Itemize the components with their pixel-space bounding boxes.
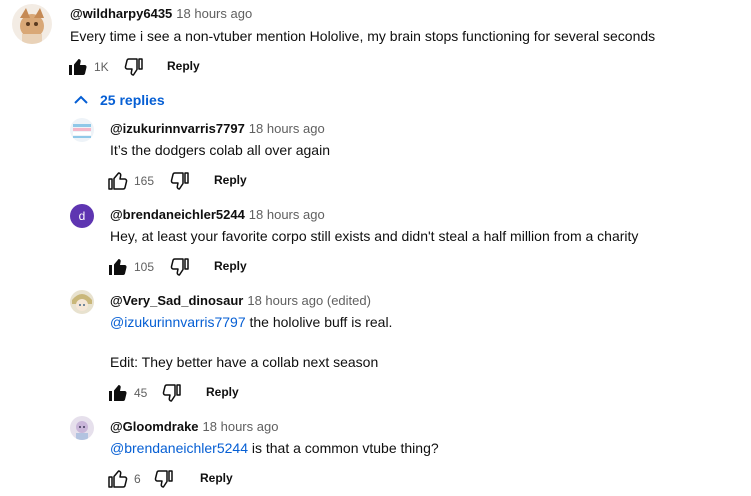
dislike-button[interactable] (168, 169, 192, 193)
replies-count-label: 25 replies (100, 92, 165, 108)
timestamp[interactable]: 18 hours ago (249, 207, 325, 222)
author-name[interactable]: @Very_Sad_dinosaur (110, 293, 243, 308)
like-count: 165 (134, 174, 155, 188)
like-button[interactable] (66, 55, 90, 79)
thumbs-down-icon (162, 384, 181, 402)
comment-actions: 45 Reply (106, 381, 306, 405)
avatar[interactable] (12, 4, 52, 44)
comment-header: @izukurinnvarris7797 18 hours ago (110, 121, 325, 136)
comment-text: Hey, at least your favorite corpo still … (110, 228, 639, 244)
comment-actions: 105 Reply (106, 255, 306, 279)
author-name[interactable]: @Gloomdrake (110, 419, 199, 434)
comment-text: @brendaneichler5244 is that a common vtu… (110, 438, 439, 458)
timestamp[interactable]: 18 hours ago (edited) (247, 293, 371, 308)
comment-header: @brendaneichler5244 18 hours ago (110, 207, 325, 222)
thumbs-down-icon (170, 172, 189, 190)
comment-header: @wildharpy6435 18 hours ago (70, 6, 252, 21)
like-button[interactable] (106, 467, 130, 491)
like-button[interactable] (106, 381, 130, 405)
reply-button[interactable]: Reply (167, 59, 200, 73)
avatar[interactable] (70, 416, 94, 440)
thumbs-up-icon (108, 470, 128, 488)
comment-text-part: the hololive buff is real. (245, 314, 393, 330)
thumbs-up-icon (108, 172, 128, 190)
dislike-button[interactable] (160, 381, 184, 405)
dislike-button[interactable] (122, 55, 146, 79)
like-button[interactable] (106, 255, 130, 279)
comment-text: @izukurinnvarris7797 the hololive buff i… (110, 312, 392, 332)
avatar-image (70, 290, 94, 314)
reply-button[interactable]: Reply (214, 173, 247, 187)
comment-actions: 165 Reply (106, 169, 306, 193)
avatar-image (70, 118, 94, 142)
reply-button[interactable]: Reply (214, 259, 247, 273)
reply-button[interactable]: Reply (200, 471, 233, 485)
like-count: 1K (94, 60, 109, 74)
avatar-image (12, 4, 52, 44)
author-name[interactable]: @brendaneichler5244 (110, 207, 245, 222)
thumbs-down-icon (170, 258, 189, 276)
comment-header: @Gloomdrake 18 hours ago (110, 419, 278, 434)
timestamp[interactable]: 18 hours ago (249, 121, 325, 136)
comment-text-line: Edit: They better have a collab next sea… (110, 354, 379, 370)
avatar[interactable] (70, 118, 94, 142)
comment-text: Every time i see a non-vtuber mention Ho… (70, 28, 656, 44)
dislike-button[interactable] (168, 255, 192, 279)
like-count: 45 (134, 386, 148, 400)
like-count: 105 (134, 260, 155, 274)
thumbs-up-filled-icon (109, 259, 127, 275)
author-name[interactable]: @wildharpy6435 (70, 6, 172, 21)
comment-text: It’s the dodgers colab all over again (110, 142, 330, 158)
chevron-up-icon (74, 95, 88, 104)
dislike-button[interactable] (152, 467, 176, 491)
comment-text-part: is that a common vtube thing? (247, 440, 439, 456)
timestamp[interactable]: 18 hours ago (203, 419, 279, 434)
mention-link[interactable]: @brendaneichler5244 (110, 440, 248, 456)
thumbs-up-filled-icon (109, 385, 127, 401)
thumbs-down-icon (124, 58, 143, 76)
reply-button[interactable]: Reply (206, 385, 239, 399)
like-button[interactable] (106, 169, 130, 193)
like-count: 6 (134, 472, 141, 486)
author-name[interactable]: @izukurinnvarris7797 (110, 121, 245, 136)
thumbs-up-filled-icon (69, 59, 87, 75)
comment-actions: 1K Reply (66, 55, 266, 79)
avatar[interactable]: d (70, 204, 94, 228)
avatar-image (70, 416, 94, 440)
thumbs-down-icon (154, 470, 173, 488)
avatar-letter-icon: d (79, 209, 86, 223)
comment-header: @Very_Sad_dinosaur 18 hours ago (edited) (110, 293, 371, 308)
comment-actions: 6 Reply (106, 467, 306, 491)
mention-link[interactable]: @izukurinnvarris7797 (110, 314, 246, 330)
avatar-letter: d (79, 209, 86, 223)
avatar[interactable] (70, 290, 94, 314)
timestamp[interactable]: 18 hours ago (176, 6, 252, 21)
